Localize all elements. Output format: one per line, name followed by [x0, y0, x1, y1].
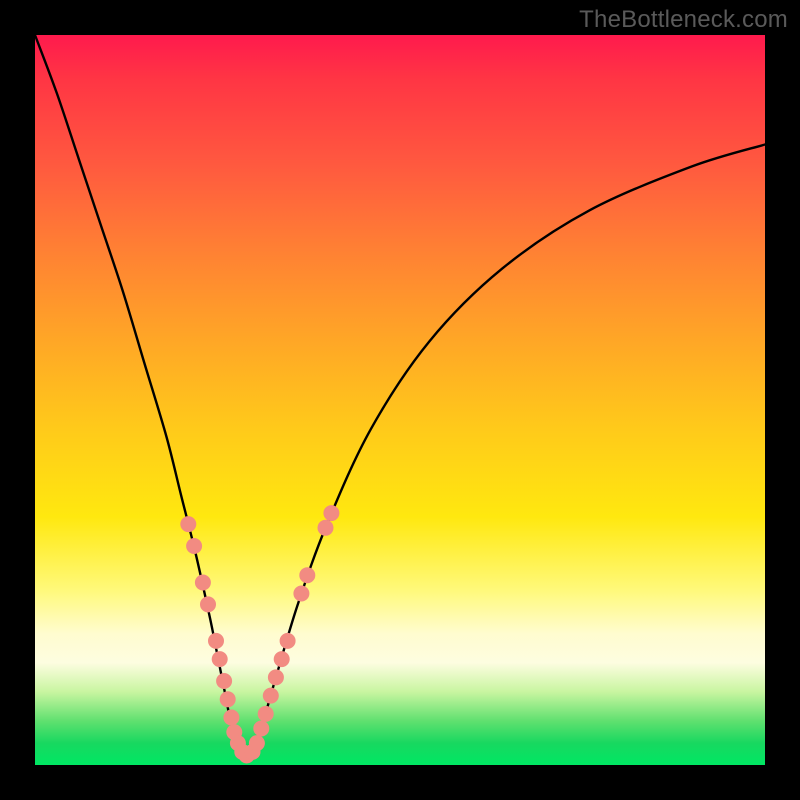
- dot: [268, 669, 284, 685]
- dot: [323, 505, 339, 521]
- dot: [208, 633, 224, 649]
- dot: [186, 538, 202, 554]
- dot: [263, 688, 279, 704]
- bottleneck-curve: [35, 35, 765, 758]
- plot-area: [35, 35, 765, 765]
- dot: [258, 706, 274, 722]
- dot: [274, 651, 290, 667]
- dot: [223, 710, 239, 726]
- dot: [249, 735, 265, 751]
- dot: [293, 586, 309, 602]
- dot: [200, 596, 216, 612]
- dot: [195, 575, 211, 591]
- dot: [253, 721, 269, 737]
- dot: [299, 567, 315, 583]
- highlight-dots: [180, 505, 339, 763]
- dot: [216, 673, 232, 689]
- dot: [280, 633, 296, 649]
- curve-svg: [35, 35, 765, 765]
- dot: [180, 516, 196, 532]
- watermark-text: TheBottleneck.com: [579, 6, 788, 34]
- dot: [318, 520, 334, 536]
- dot: [212, 651, 228, 667]
- dot: [220, 691, 236, 707]
- chart-frame: TheBottleneck.com: [0, 0, 800, 800]
